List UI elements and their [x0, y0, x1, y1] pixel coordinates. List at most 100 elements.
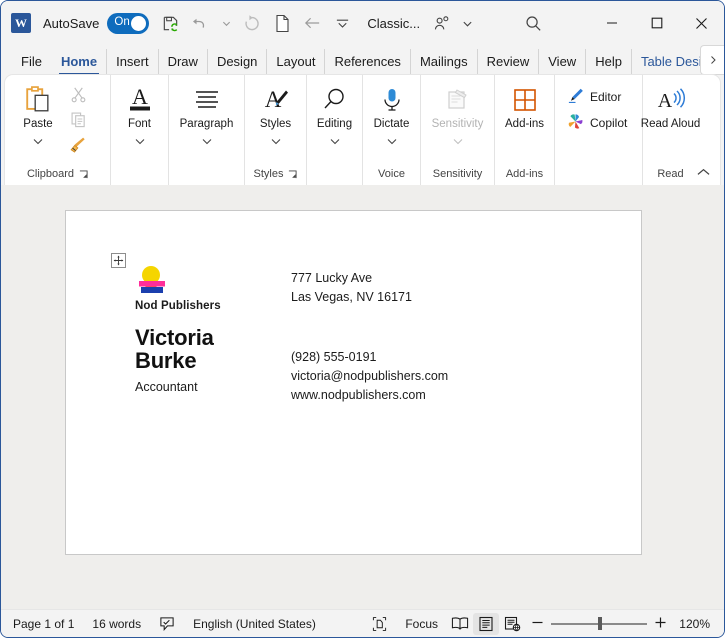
focus-button[interactable]: Focus	[396, 613, 447, 635]
paste-button[interactable]: Paste	[11, 80, 65, 150]
minimize-button[interactable]	[589, 1, 634, 45]
accessibility-icon[interactable]	[363, 613, 396, 635]
addins-grid-icon	[512, 83, 538, 117]
search-area	[478, 9, 589, 37]
search-icon[interactable]	[519, 9, 549, 37]
clipboard-dialog-launcher-icon[interactable]	[79, 169, 88, 179]
close-button[interactable]	[679, 1, 724, 45]
editor-pen-icon	[567, 87, 584, 107]
zoom-control[interactable]: 120%	[525, 616, 716, 632]
copilot-button[interactable]: Copilot	[561, 110, 633, 136]
ribbon-group-tools: Editor Copilot	[554, 75, 642, 185]
person-name: Victoria Burke	[135, 325, 214, 373]
tab-overflow-chevron-right-icon[interactable]	[700, 45, 724, 75]
zoom-slider[interactable]	[551, 616, 647, 630]
back-arrow-icon[interactable]	[297, 9, 327, 37]
zoom-in-icon[interactable]	[654, 616, 667, 632]
zoom-slider-thumb[interactable]	[598, 616, 602, 630]
paste-label: Paste	[23, 118, 53, 130]
dictate-button[interactable]: Dictate	[369, 80, 415, 150]
dictate-label: Dictate	[373, 118, 410, 130]
print-layout-icon[interactable]	[473, 612, 499, 635]
sensitivity-chevron-down-icon[interactable]	[453, 132, 463, 150]
page-indicator[interactable]: Page 1 of 1	[13, 613, 83, 635]
customize-quick-access-icon[interactable]	[327, 9, 357, 37]
new-document-icon[interactable]	[267, 9, 297, 37]
autosave-state: On	[114, 15, 130, 28]
clipboard-small-buttons	[65, 80, 91, 156]
copilot-label: Copilot	[590, 116, 628, 130]
ribbon-group-font: A Font	[110, 75, 168, 185]
document-page[interactable]: Nod Publishers Victoria Burke Accountant…	[65, 210, 642, 555]
group-label-editing-empty	[307, 163, 362, 185]
cut-button[interactable]	[65, 82, 91, 106]
autosave-toggle[interactable]: On	[107, 12, 150, 34]
save-sync-icon[interactable]	[155, 9, 185, 37]
editor-label: Editor	[590, 90, 622, 104]
tab-references[interactable]: References	[324, 49, 409, 75]
document-title[interactable]: Classic...	[367, 16, 420, 31]
tab-review[interactable]: Review	[476, 49, 539, 75]
group-label-font-empty	[111, 163, 168, 185]
copilot-icon	[567, 113, 584, 133]
focus-label: Focus	[405, 616, 438, 631]
document-canvas[interactable]: Nod Publishers Victoria Burke Accountant…	[1, 185, 724, 609]
tab-home[interactable]: Home	[52, 49, 106, 75]
address-line-1: 777 Lucky Ave	[291, 271, 373, 285]
group-label-paragraph-empty	[169, 163, 244, 185]
share-person-icon[interactable]	[426, 9, 456, 37]
editor-button[interactable]: Editor	[561, 84, 627, 110]
group-label-sensitivity: Sensitivity	[432, 168, 483, 180]
dictate-chevron-down-icon[interactable]	[387, 132, 397, 150]
format-painter-button[interactable]	[65, 132, 91, 156]
paste-chevron-down-icon[interactable]	[33, 132, 43, 150]
styles-chevron-down-icon[interactable]	[271, 132, 281, 150]
redo-icon[interactable]	[237, 9, 267, 37]
zoom-out-icon[interactable]	[531, 616, 544, 632]
tab-view[interactable]: View	[538, 49, 585, 75]
tab-draw[interactable]: Draw	[157, 49, 207, 75]
language-indicator[interactable]: English (United States)	[184, 613, 325, 635]
business-card-left-column: Nod Publishers Victoria Burke Accountant	[135, 264, 295, 394]
paragraph-chevron-down-icon[interactable]	[202, 132, 212, 150]
styles-dialog-launcher-icon[interactable]	[288, 169, 298, 179]
read-aloud-icon: A	[656, 83, 686, 117]
sensitivity-button[interactable]: Sensitivity	[427, 80, 488, 150]
proofing-errors-icon[interactable]	[150, 613, 184, 635]
sensitivity-label-icon	[444, 83, 472, 117]
tab-mailings[interactable]: Mailings	[409, 49, 477, 75]
company-name: Nod Publishers	[135, 300, 221, 312]
tab-design[interactable]: Design	[206, 49, 266, 75]
word-count[interactable]: 16 words	[83, 613, 150, 635]
font-chevron-down-icon[interactable]	[135, 132, 145, 150]
tab-file[interactable]: File	[11, 49, 52, 75]
table-move-handle-icon[interactable]	[111, 253, 126, 268]
maximize-button[interactable]	[634, 1, 679, 45]
undo-icon[interactable]	[185, 9, 215, 37]
editing-button[interactable]: Editing	[312, 80, 358, 150]
email-address: victoria@nodpublishers.com	[291, 369, 449, 383]
ribbon-group-addins: Add-ins Add-ins	[494, 75, 554, 185]
paragraph-lines-icon	[192, 83, 222, 117]
addins-button[interactable]: Add-ins	[501, 80, 548, 131]
tab-help[interactable]: Help	[585, 49, 631, 75]
tab-layout[interactable]: Layout	[266, 49, 324, 75]
zoom-value[interactable]: 120%	[674, 617, 710, 631]
styles-label: Styles	[259, 118, 292, 130]
undo-dropdown-chevron-icon[interactable]	[215, 9, 237, 37]
collapse-ribbon-chevron-up-icon[interactable]	[692, 162, 714, 182]
editing-chevron-down-icon[interactable]	[330, 132, 340, 150]
word-logo-icon: W	[11, 13, 31, 33]
font-button[interactable]: A Font	[117, 80, 163, 150]
read-mode-icon[interactable]	[447, 613, 473, 635]
ribbon-group-editing: Editing	[306, 75, 362, 185]
styles-button[interactable]: A Styles	[253, 80, 299, 150]
paragraph-button[interactable]: Paragraph	[175, 80, 238, 150]
sensitivity-label: Sensitivity	[431, 118, 484, 130]
copy-button[interactable]	[65, 107, 91, 131]
share-chevron-down-icon[interactable]	[456, 9, 478, 37]
web-layout-icon[interactable]	[499, 613, 525, 635]
ribbon-group-paragraph: Paragraph	[168, 75, 244, 185]
read-aloud-button[interactable]: A Read Aloud	[641, 80, 700, 131]
tab-insert[interactable]: Insert	[106, 49, 158, 75]
